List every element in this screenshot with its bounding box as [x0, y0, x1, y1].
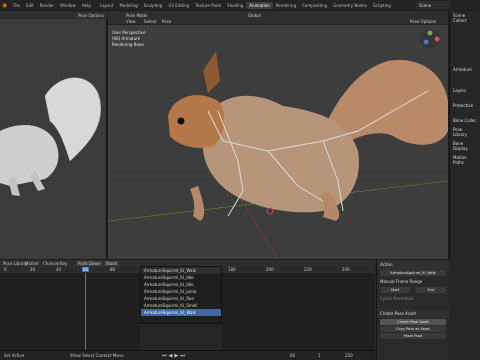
scene-selector[interactable]: Scene: [416, 1, 450, 9]
workspace-tab-geometry-nodes[interactable]: Geometry Nodes: [330, 2, 370, 9]
status-bar: Set Active Show Select Context Menu ⏮◀▶⏭…: [0, 350, 375, 360]
menu-file[interactable]: File: [10, 2, 23, 9]
action-name-field[interactable]: ArmatureSquirrel_IU_Walk: [380, 270, 446, 276]
workspace-tab-sculpting[interactable]: Sculpting: [141, 2, 166, 9]
playhead-line[interactable]: [85, 273, 86, 350]
action-section-header[interactable]: Action: [377, 260, 449, 269]
ruler-tick: 0: [4, 267, 7, 272]
workspace-tab-uv-editing[interactable]: UV Editing: [165, 2, 192, 9]
pose-menu[interactable]: Pose: [162, 19, 171, 24]
action-field[interactable]: ArmatureSquirrel_IU_Walk: [141, 267, 221, 274]
prop-protection[interactable]: Protection: [450, 101, 480, 110]
playback-controls[interactable]: ⏮◀▶⏭: [162, 353, 187, 359]
action-dropdown-list[interactable]: ArmatureSquirrel_IU_Walk ArmatureSquirre…: [140, 266, 222, 324]
stash-button[interactable]: Stash: [104, 261, 120, 266]
ruler-tick: 220: [304, 267, 312, 272]
prop-bone-collections[interactable]: Bone Collec: [450, 116, 480, 125]
top-bar: ◉ File Edit Render Window Help Layout Mo…: [0, 0, 480, 10]
editor-type-menu[interactable]: Pose Library: [3, 261, 28, 266]
squirrel-rig-scene: [107, 51, 449, 260]
left-pose-options[interactable]: Pose Options: [78, 13, 104, 18]
copy-pose-asset-button[interactable]: Copy Pose as Asset: [380, 326, 446, 332]
manual-frame-range-checkbox[interactable]: Manual Frame Range: [377, 277, 449, 286]
status-hint: Show Select Context Menu: [70, 353, 124, 358]
mode-selector[interactable]: Pose Mode: [126, 13, 147, 18]
channel-menu[interactable]: Channel: [43, 261, 59, 266]
status-left: Set Active: [4, 353, 25, 358]
action-item-selected[interactable]: ArmatureSquirrel_IU_Walk: [141, 309, 221, 316]
action-item[interactable]: ArmatureSquirrel_IU_Run: [141, 295, 221, 302]
create-pose-asset-button[interactable]: Create Pose Asset: [380, 319, 446, 325]
viewport-info-line-3: Rendering Bone: [112, 42, 144, 47]
menu-window[interactable]: Window: [57, 2, 79, 9]
ruler-tick: 180: [228, 267, 236, 272]
action-item[interactable]: ArmatureSquirrel_IU_Idle: [141, 274, 221, 281]
action-item[interactable]: ArmatureSquirrel_IU_Idle: [141, 281, 221, 288]
action-item[interactable]: ArmatureSquirrel_IU_Smell: [141, 302, 221, 309]
squirrel-solid-preview: [0, 77, 101, 196]
workspace-tab-rendering[interactable]: Rendering: [273, 2, 299, 9]
key-menu[interactable]: Key: [60, 261, 67, 266]
pose-options-menu[interactable]: Pose Options: [410, 19, 436, 24]
orientation-selector[interactable]: Global: [248, 13, 261, 18]
main-3d-viewport[interactable]: [107, 11, 449, 260]
left-viewport-header: Pose Options: [0, 11, 107, 19]
ruler-tick: 200: [266, 267, 274, 272]
outliner-item[interactable]: Scene Collect: [450, 11, 480, 25]
navigation-gizmo[interactable]: [418, 27, 442, 51]
workspace-tab-layout[interactable]: Layout: [97, 2, 117, 9]
ruler-tick: 240: [342, 267, 350, 272]
prop-layers[interactable]: Layers: [450, 86, 480, 95]
end-frame-field[interactable]: End: [416, 287, 446, 293]
workspace-tab-scripting[interactable]: Scripting: [370, 2, 394, 9]
keyframe-area-right[interactable]: [222, 273, 375, 350]
ruler-tick: 80: [110, 267, 116, 272]
prop-pose-library[interactable]: Pose Library: [450, 125, 480, 139]
current-frame-indicator[interactable]: 66: [82, 267, 90, 272]
workspace-tab-modeling[interactable]: Modeling: [116, 2, 140, 9]
prop-armature[interactable]: Armature: [450, 65, 480, 74]
blender-logo-icon[interactable]: ◉: [2, 2, 7, 9]
viewport-info-line-2: (66) Armature: [112, 36, 141, 41]
menu-help[interactable]: Help: [79, 2, 94, 9]
cyclic-animation-checkbox[interactable]: Cyclic Animation: [377, 294, 449, 303]
camera-viewport[interactable]: [0, 11, 107, 259]
start-frame-field[interactable]: Start: [380, 287, 410, 293]
create-pose-asset-header[interactable]: Create Pose Asset: [377, 309, 449, 318]
ruler-tick: 40: [56, 267, 62, 272]
scene-label: Scene: [419, 3, 432, 8]
marker-menu[interactable]: Marker: [25, 261, 39, 266]
view-menu[interactable]: View: [126, 19, 136, 24]
menu-edit[interactable]: Edit: [23, 2, 37, 9]
action-item[interactable]: ArmatureSquirrel_IU_Jump: [141, 288, 221, 295]
ruler-tick: 20: [30, 267, 36, 272]
paste-pose-button[interactable]: Paste Pose: [380, 333, 446, 339]
viewport-header: Pose Mode View Select Pose Global Pose O…: [108, 11, 448, 25]
select-menu[interactable]: Select: [144, 19, 156, 24]
workspace-tab-shading[interactable]: Shading: [224, 2, 246, 9]
push-down-button[interactable]: Push Down: [76, 261, 103, 266]
workspace-tab-compositing[interactable]: Compositing: [299, 2, 330, 9]
start-frame[interactable]: 1: [318, 353, 321, 358]
action-side-panel: Action ArmatureSquirrel_IU_Walk Manual F…: [376, 260, 449, 360]
current-frame-field[interactable]: 66: [290, 353, 295, 358]
workspace-tab-texture-paint[interactable]: Texture Paint: [192, 2, 224, 9]
menu-render[interactable]: Render: [37, 2, 57, 9]
keyframe-area[interactable]: [0, 273, 140, 350]
prop-bone-display[interactable]: Bone Display: [450, 139, 480, 153]
prop-motion-paths[interactable]: Motion Paths: [450, 153, 480, 167]
workspace-tab-animation[interactable]: Animation: [246, 1, 273, 9]
end-frame[interactable]: 250: [345, 353, 353, 358]
viewport-info-line-1: User Perspective: [112, 30, 146, 35]
